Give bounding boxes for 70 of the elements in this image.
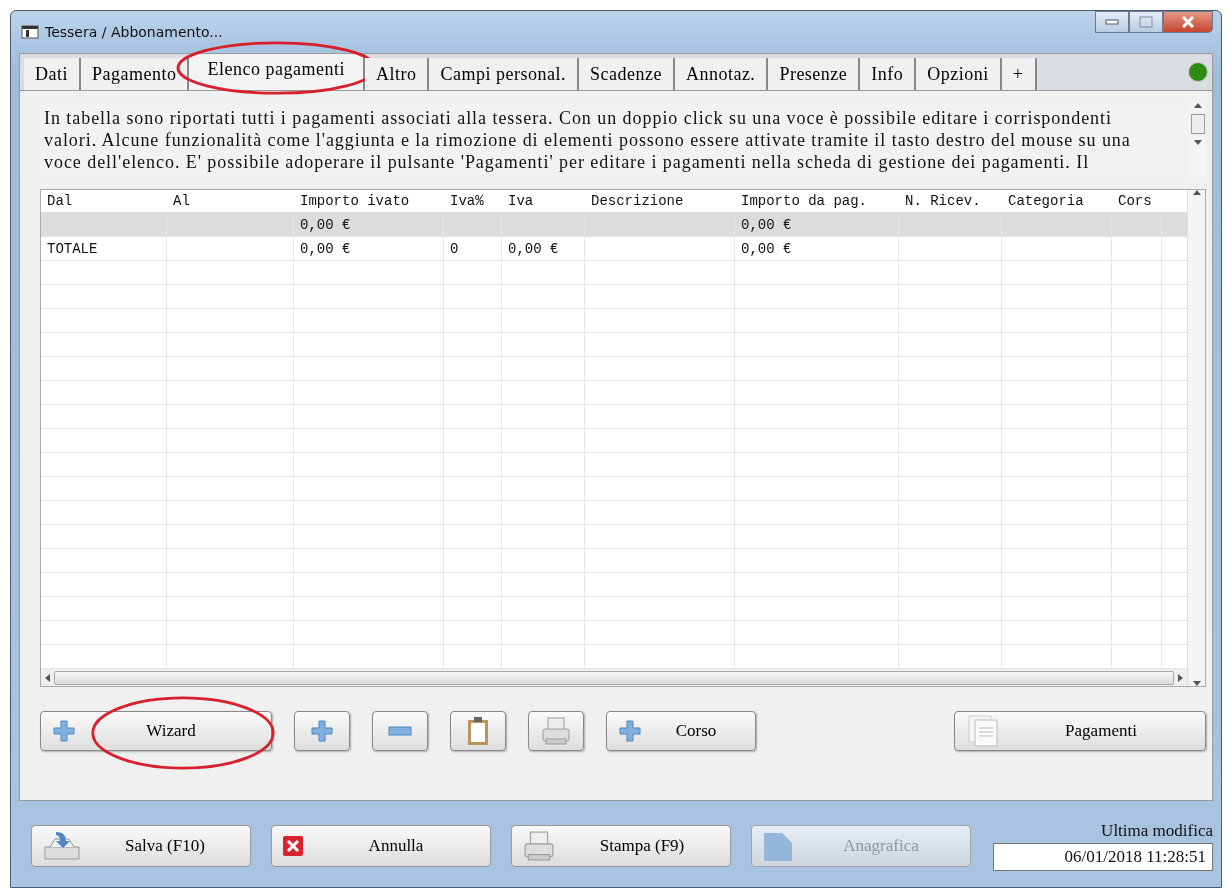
plus-icon: [53, 720, 75, 742]
tab[interactable]: Scadenze: [578, 58, 675, 90]
close-icon: [1181, 16, 1195, 28]
tab[interactable]: +: [1001, 58, 1037, 90]
table-row[interactable]: TOTALE 0,00 € 0 0,00 € 0,00 €: [41, 237, 1187, 261]
toolbar-button[interactable]: [372, 711, 428, 751]
vertical-scrollbar[interactable]: [1187, 190, 1205, 686]
column-header[interactable]: Categoria: [1002, 190, 1112, 212]
scrollbar[interactable]: [1189, 103, 1206, 177]
table-row[interactable]: 0,00 € 0,00 €: [41, 213, 1187, 237]
column-header[interactable]: Dal: [41, 190, 167, 212]
maximize-button[interactable]: [1129, 11, 1163, 33]
close-button[interactable]: [1163, 11, 1213, 33]
column-header[interactable]: N. Ricev.: [899, 190, 1002, 212]
printer-icon: [541, 717, 571, 745]
tab[interactable]: Dati: [24, 58, 81, 90]
last-modified-label: Ultima modifica: [1101, 821, 1213, 841]
column-header[interactable]: Descrizione: [585, 190, 735, 212]
minimize-button[interactable]: [1095, 11, 1129, 33]
close-icon: [282, 835, 304, 857]
documents-icon: [967, 714, 1001, 748]
scroll-thumb[interactable]: [1190, 114, 1205, 134]
toolbar-button[interactable]: [528, 711, 584, 751]
tab[interactable]: Pagamento: [81, 58, 190, 90]
tab[interactable]: Opzioni: [916, 58, 1002, 90]
plus-icon: [619, 720, 641, 742]
column-header[interactable]: Importo da pag.: [735, 190, 899, 212]
last-modified-field: 06/01/2018 11:28:51: [993, 843, 1213, 871]
column-header[interactable]: Iva: [502, 190, 585, 212]
maximize-icon: [1139, 16, 1153, 28]
scroll-down-icon[interactable]: [1192, 681, 1201, 686]
table-cell: TOTALE: [47, 241, 98, 257]
tab[interactable]: Elenco pagamenti: [189, 54, 365, 90]
footer-button[interactable]: Stampa (F9): [511, 825, 731, 867]
table-cell: 0,00 €: [300, 241, 351, 257]
tab[interactable]: Altro: [364, 58, 430, 90]
scroll-left-icon[interactable]: [45, 673, 50, 682]
toolbar-button[interactable]: Wizard: [40, 711, 272, 751]
scroll-up-icon[interactable]: [1193, 103, 1202, 108]
table-cell: 0,00 €: [741, 241, 792, 257]
scroll-up-icon[interactable]: [1192, 190, 1201, 195]
tab[interactable]: Presenze: [768, 58, 861, 90]
footer-button[interactable]: Salva (F10): [31, 825, 251, 867]
column-header[interactable]: Al: [167, 190, 294, 212]
plus-icon: [311, 720, 333, 742]
tab[interactable]: Info: [860, 58, 917, 90]
table-cell: 0,00 €: [741, 217, 792, 233]
table-cell: 0,00 €: [508, 241, 559, 257]
tab[interactable]: Campi personal.: [429, 58, 579, 90]
table-cell: 0,00 €: [300, 217, 351, 233]
printer-icon: [522, 831, 556, 861]
app-icon: [21, 25, 39, 39]
horizontal-scrollbar[interactable]: [41, 669, 1187, 686]
column-header[interactable]: Importo ivato: [294, 190, 444, 212]
scroll-right-icon[interactable]: [1178, 673, 1183, 682]
footer-button[interactable]: Annulla: [271, 825, 491, 867]
toolbar-button[interactable]: [294, 711, 350, 751]
toolbar-button[interactable]: Pagamenti: [954, 711, 1206, 751]
window-title: Tessera / Abbonamento...: [45, 24, 223, 40]
table-cell: 0: [450, 241, 459, 257]
scroll-down-icon[interactable]: [1193, 140, 1202, 145]
column-header[interactable]: Cors: [1112, 190, 1162, 212]
tab[interactable]: Annotaz.: [674, 58, 769, 90]
toolbar-button[interactable]: [450, 711, 506, 751]
toolbar-button[interactable]: Corso: [606, 711, 756, 751]
clipboard-icon: [466, 716, 490, 746]
minimize-icon: [1105, 19, 1119, 25]
minus-icon: [388, 726, 412, 736]
inbox-arrow-icon: [42, 829, 82, 863]
column-header[interactable]: Iva%: [444, 190, 502, 212]
